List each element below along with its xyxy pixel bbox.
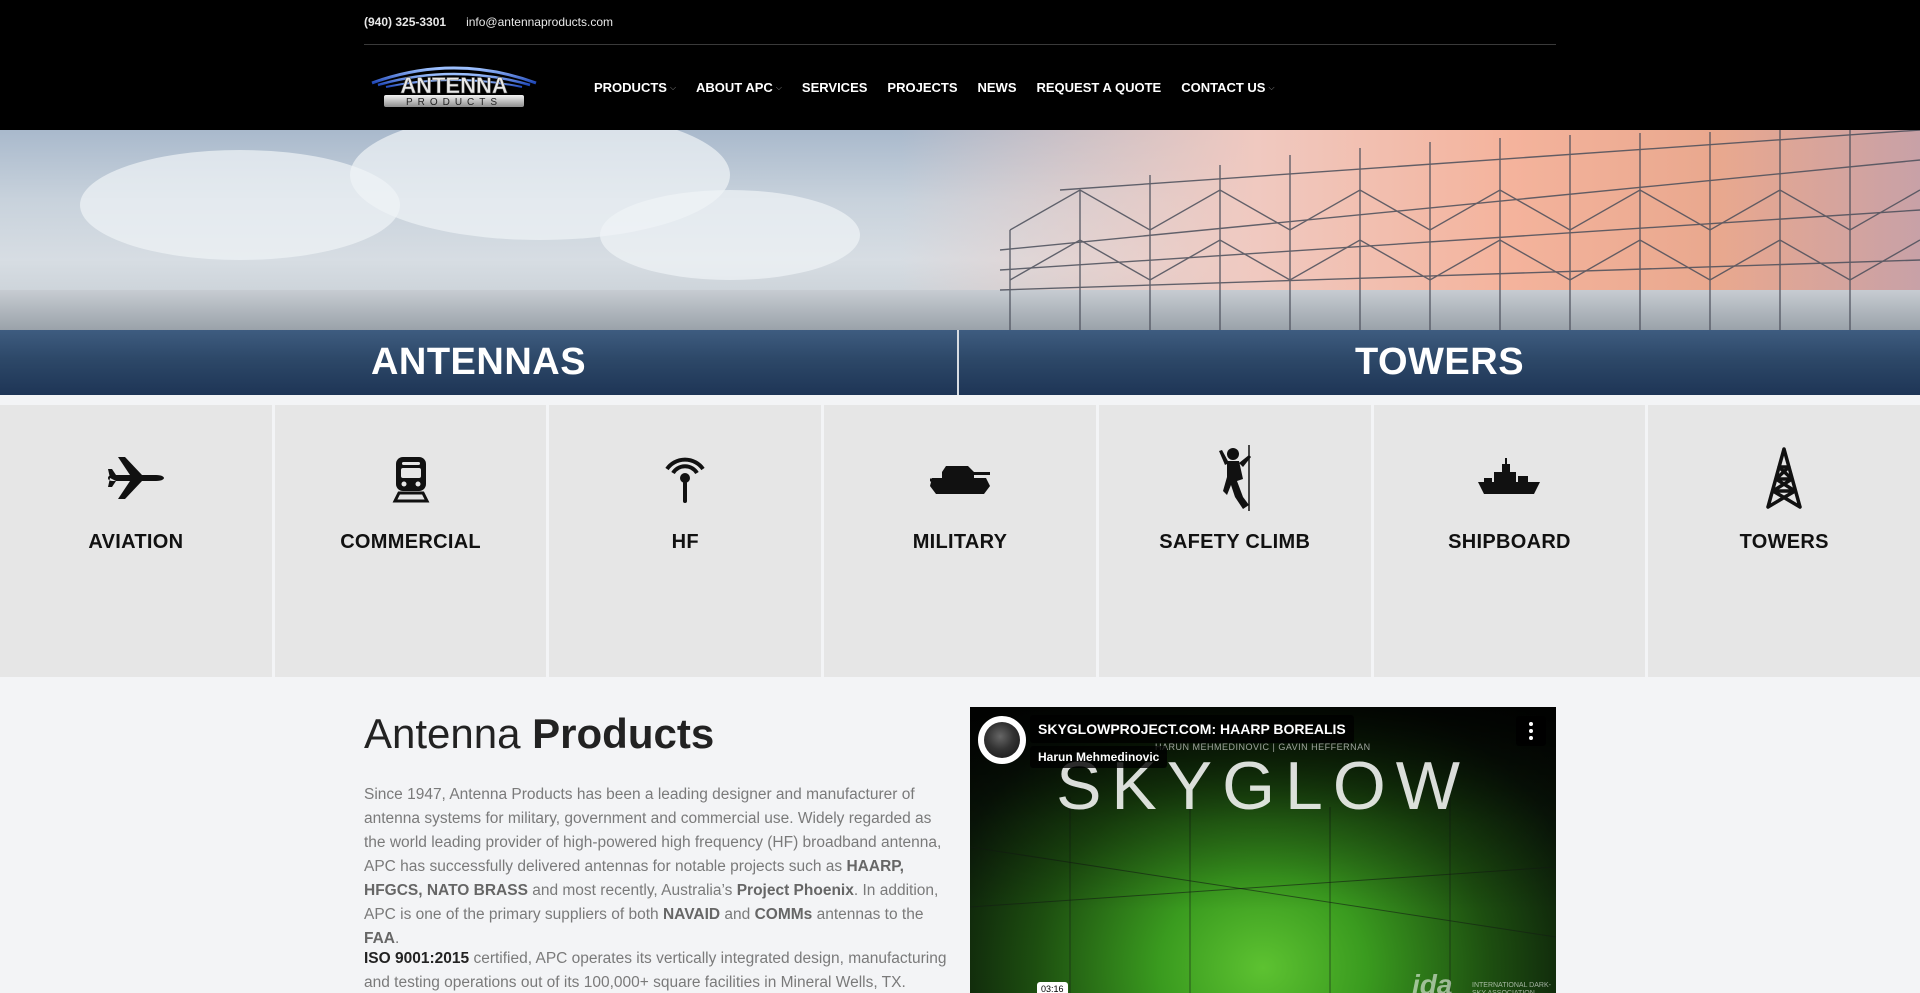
- antenna-array-graphic: [999, 130, 1920, 330]
- airplane-icon: [101, 443, 171, 513]
- video-channel[interactable]: Harun Mehmedinovic: [1030, 746, 1168, 768]
- tile-hf[interactable]: HF: [549, 405, 822, 677]
- chevron-down-icon: ⌵: [669, 82, 677, 92]
- site-logo[interactable]: ANTENNA PRODUCTS: [370, 61, 538, 109]
- product-tiles: AVIATION COMMERCIAL HF MILITARY SAFETY C…: [0, 405, 1920, 677]
- hero-image: [0, 130, 1920, 330]
- site-header: (940) 325-3301 info@antennaproducts.com …: [0, 0, 1920, 130]
- email-link[interactable]: info@antennaproducts.com: [466, 15, 613, 29]
- category-strip: ANTENNAS TOWERS: [0, 330, 1920, 395]
- svg-text:PRODUCTS: PRODUCTS: [406, 97, 502, 108]
- nav-about-apc[interactable]: ABOUT APC ⌵: [696, 80, 782, 95]
- climber-icon: [1200, 443, 1270, 513]
- chevron-down-icon: ⌵: [1268, 82, 1275, 92]
- train-icon: [376, 443, 446, 513]
- main-nav: PRODUCTS ⌵ ABOUT APC ⌵ SERVICES PROJECTS N…: [594, 80, 1295, 95]
- page-title: Antenna Products: [364, 710, 715, 757]
- broadcast-icon: [650, 443, 720, 513]
- intro-paragraph: Since 1947, Antenna Products has been a …: [364, 786, 942, 947]
- towers-category[interactable]: TOWERS: [959, 330, 1920, 395]
- nav-products[interactable]: PRODUCTS ⌵: [594, 80, 676, 95]
- ship-icon: [1474, 443, 1544, 513]
- more-options-icon[interactable]: [1516, 716, 1546, 746]
- phone-link[interactable]: (940) 325-3301: [364, 15, 446, 29]
- iso-paragraph: ISO 9001:2015 certified, APC operates it…: [364, 950, 947, 991]
- tile-military[interactable]: MILITARY: [824, 405, 1096, 677]
- ida-watermark-subtitle: INTERNATIONAL DARK-SKY ASSOCIATION: [1472, 982, 1551, 993]
- nav-projects[interactable]: PROJECTS: [887, 80, 957, 95]
- channel-avatar[interactable]: [978, 716, 1026, 764]
- nav-request-quote[interactable]: REQUEST A QUOTE: [1037, 80, 1162, 95]
- tile-commercial[interactable]: COMMERCIAL: [274, 405, 547, 677]
- nav-news[interactable]: NEWS: [978, 80, 1017, 95]
- svg-text:ANTENNA: ANTENNA: [400, 73, 508, 98]
- video-embed[interactable]: SKYGLOW HARUN MEHMEDINOVIC | GAVIN HEFFE…: [970, 707, 1556, 993]
- antennas-category[interactable]: ANTENNAS: [0, 330, 959, 395]
- tower-icon: [1749, 443, 1819, 513]
- ida-watermark: ida: [1412, 969, 1453, 993]
- nav-contact-us[interactable]: CONTACT US ⌵: [1181, 80, 1274, 95]
- video-timestamp: 03:16: [1037, 982, 1068, 993]
- antenna-products-logo: ANTENNA PRODUCTS: [371, 66, 537, 108]
- tank-icon: [925, 443, 995, 513]
- tile-towers[interactable]: TOWERS: [1648, 405, 1920, 677]
- video-title[interactable]: SKYGLOWPROJECT.COM: HAARP BOREALIS: [1030, 715, 1354, 743]
- tile-safety-climb[interactable]: SAFETY CLIMB: [1098, 405, 1371, 677]
- top-bar: (940) 325-3301 info@antennaproducts.com: [364, 0, 1556, 45]
- nav-services[interactable]: SERVICES: [802, 80, 868, 95]
- video-credits: HARUN MEHMEDINOVIC | GAVIN HEFFERNAN: [1155, 742, 1371, 752]
- chevron-down-icon: ⌵: [775, 82, 782, 92]
- tile-aviation[interactable]: AVIATION: [0, 405, 272, 677]
- tile-shipboard[interactable]: SHIPBOARD: [1373, 405, 1646, 677]
